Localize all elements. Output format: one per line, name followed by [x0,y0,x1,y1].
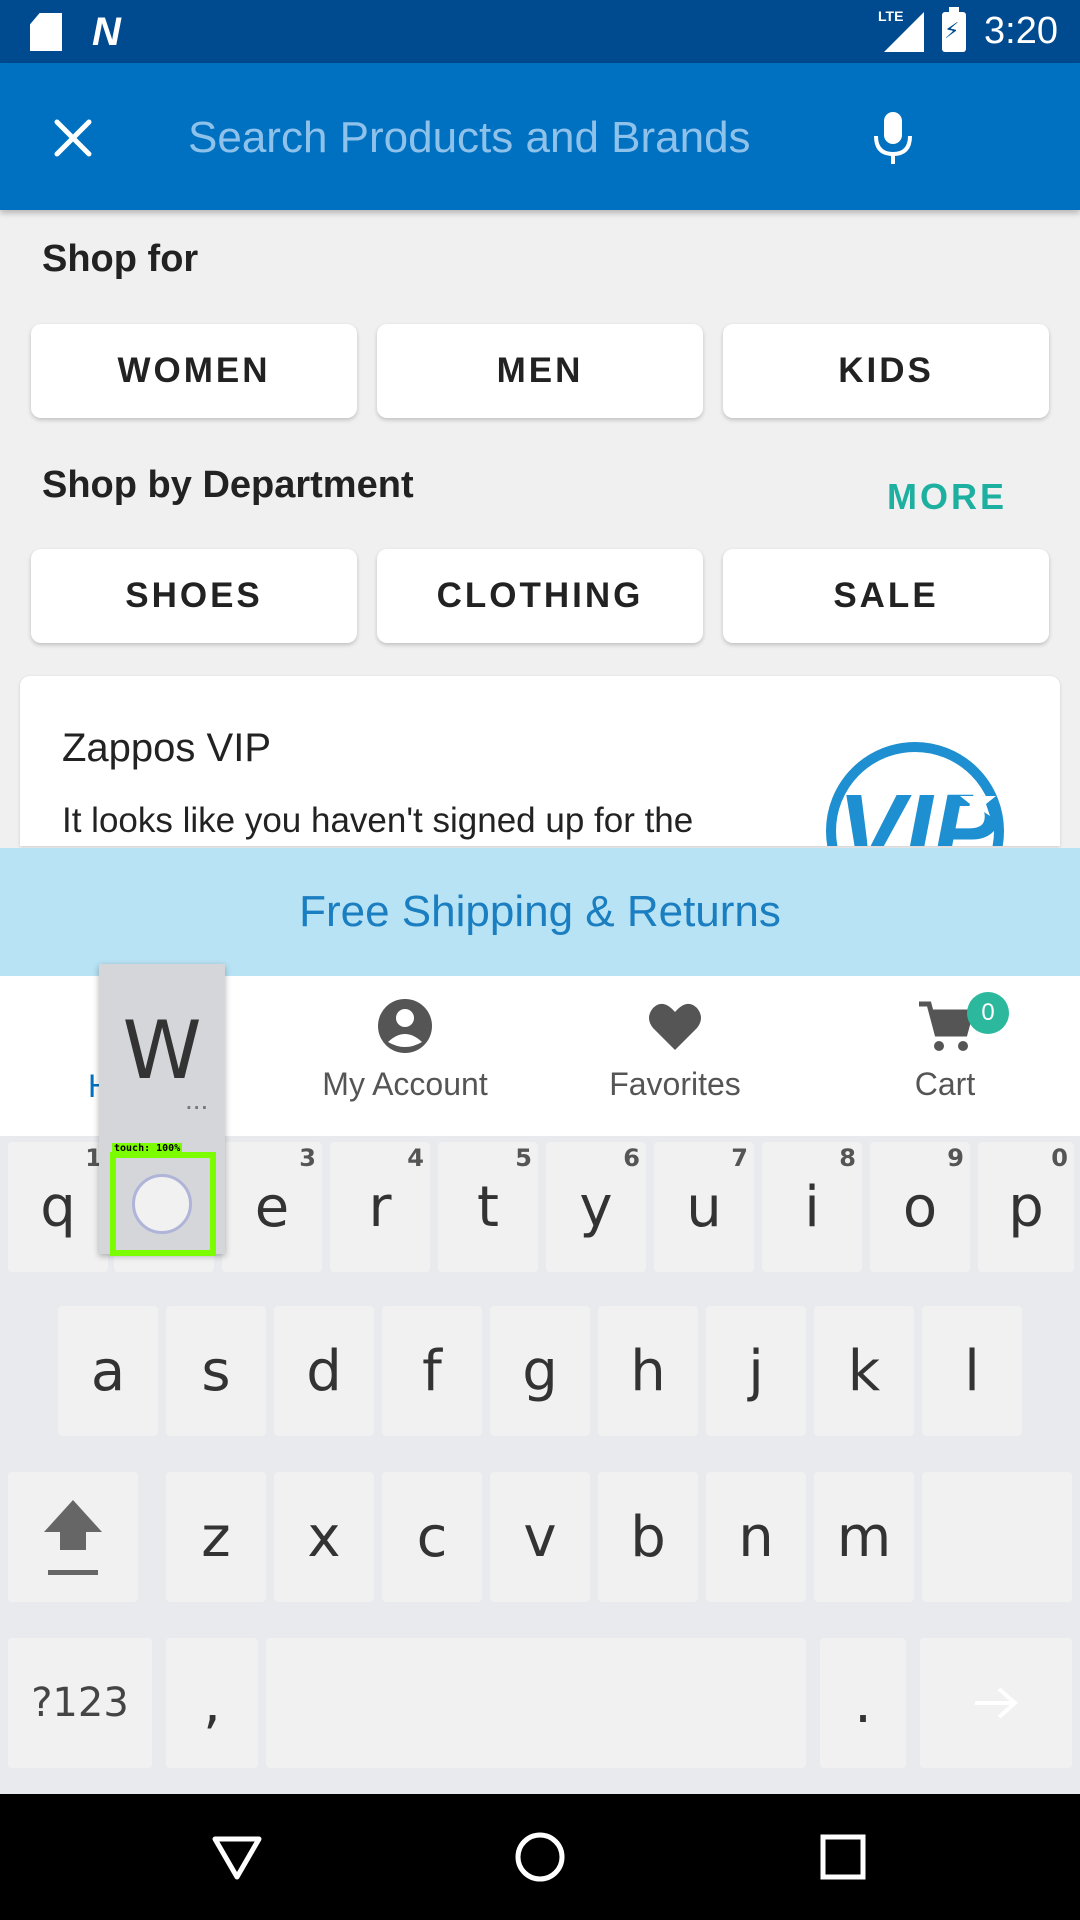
system-nav-bar [0,1794,1080,1920]
key-y-label: y [579,1174,613,1240]
period-key[interactable]: . [820,1638,906,1768]
microphone-icon [874,112,912,164]
key-u-hint: 7 [731,1144,748,1172]
key-p[interactable]: p0 [978,1142,1074,1272]
key-preview-more: ... [185,1084,209,1115]
close-icon [54,119,92,157]
search-input[interactable] [188,103,828,173]
go-key[interactable] [920,1638,1072,1768]
symbols-key[interactable]: ?123 [8,1638,152,1768]
cart-count-badge: 0 [967,992,1009,1034]
shop-for-women-button[interactable]: WOMEN [31,324,357,418]
key-q-label: q [40,1174,76,1240]
vip-card-body: It looks like you haven't signed up for … [62,801,694,840]
shop-for-title: Shop for [42,238,199,280]
nav-my-account[interactable]: My Account [300,976,510,1136]
key-r[interactable]: r4 [330,1142,430,1272]
comma-key[interactable]: , [166,1638,258,1768]
shift-key[interactable] [8,1472,138,1602]
key-k[interactable]: k [814,1306,914,1436]
key-f[interactable]: f [382,1306,482,1436]
department-title: Shop by Department [42,464,414,506]
back-button[interactable] [204,1824,270,1890]
status-bar: N LTE 3:20 [0,0,1080,63]
key-g[interactable]: g [490,1306,590,1436]
key-t-label: t [477,1174,499,1240]
key-e[interactable]: e3 [222,1142,322,1272]
shift-icon [44,1500,102,1575]
battery-icon [942,6,967,52]
clock: 3:20 [984,10,1058,52]
signal-icon: LTE [878,8,925,52]
key-i-label: i [804,1174,820,1240]
key-u-label: u [686,1174,722,1240]
notification-n-icon: N [92,10,121,54]
key-i-hint: 8 [839,1144,856,1172]
key-c[interactable]: c [382,1472,482,1602]
arrow-right-icon [975,1687,1019,1719]
nav-cart[interactable]: 0 Cart [880,976,1010,1136]
recents-square-icon [820,1834,866,1880]
key-b[interactable]: b [598,1472,698,1602]
search-app-bar [0,63,1080,210]
touch-highlight-box [110,1152,216,1256]
vip-card-title: Zappos VIP [62,726,272,770]
key-t[interactable]: t5 [438,1142,538,1272]
department-sale-button[interactable]: SALE [723,549,1049,643]
space-bar[interactable] [266,1638,806,1768]
key-t-hint: 5 [515,1144,532,1172]
key-x[interactable]: x [274,1472,374,1602]
recents-button[interactable] [810,1824,876,1890]
nav-cart-label: Cart [914,1066,976,1102]
home-circle-icon [515,1832,565,1882]
key-z[interactable]: z [166,1472,266,1602]
vip-logo-icon: VIP [826,742,1004,846]
key-i[interactable]: i8 [762,1142,862,1272]
key-h[interactable]: h [598,1306,698,1436]
key-a[interactable]: a [58,1306,158,1436]
key-y-hint: 6 [623,1144,640,1172]
key-s[interactable]: s [166,1306,266,1436]
account-icon [378,999,432,1053]
key-q[interactable]: q1 [8,1142,108,1272]
key-j[interactable]: j [706,1306,806,1436]
key-o[interactable]: o9 [870,1142,970,1272]
nav-my-account-label: My Account [322,1066,488,1102]
shop-for-kids-button[interactable]: KIDS [723,324,1049,418]
home-button[interactable] [507,1824,573,1890]
shop-for-men-button[interactable]: MEN [377,324,703,418]
key-e-hint: 3 [299,1144,316,1172]
svg-text:VIP: VIP [838,774,999,846]
nav-favorites-label: Favorites [609,1066,741,1102]
cart-icon [919,1001,975,1051]
key-m[interactable]: m [814,1472,914,1602]
key-o-label: o [902,1174,938,1240]
department-shoes-button[interactable]: SHOES [31,549,357,643]
key-p-hint: 0 [1051,1144,1068,1172]
back-triangle-icon [212,1836,262,1880]
key-d[interactable]: d [274,1306,374,1436]
key-o-hint: 9 [947,1144,964,1172]
more-link[interactable]: MORE [887,476,1007,518]
department-clothing-button[interactable]: CLOTHING [377,549,703,643]
key-y[interactable]: y6 [546,1142,646,1272]
free-shipping-banner[interactable]: Free Shipping & Returns [0,848,1080,976]
key-n[interactable]: n [706,1472,806,1602]
key-u[interactable]: u7 [654,1142,754,1272]
touch-label: touch: 100% [112,1143,183,1154]
sd-card-icon [30,13,62,51]
network-type: LTE [878,7,904,24]
backspace-key[interactable] [922,1472,1072,1602]
key-v[interactable]: v [490,1472,590,1602]
nav-favorites[interactable]: Favorites [580,976,770,1136]
heart-icon [649,1003,701,1050]
key-e-label: e [254,1174,290,1240]
key-r-hint: 4 [407,1144,424,1172]
key-p-label: p [1008,1174,1044,1240]
voice-search-button[interactable] [858,103,928,173]
key-r-label: r [368,1174,392,1240]
vip-card[interactable]: Zappos VIP It looks like you haven't sig… [20,676,1060,846]
close-button[interactable] [38,103,108,173]
key-l[interactable]: l [922,1306,1022,1436]
